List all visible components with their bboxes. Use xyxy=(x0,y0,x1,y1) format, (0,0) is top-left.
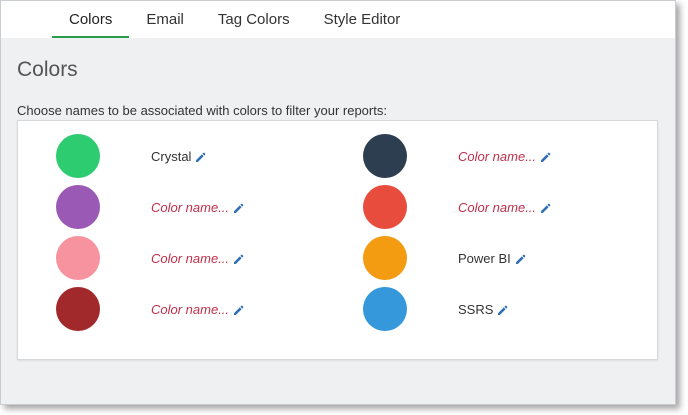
pencil-icon[interactable] xyxy=(233,202,244,213)
color-swatch[interactable] xyxy=(56,134,100,178)
pencil-icon[interactable] xyxy=(233,304,244,315)
color-swatch[interactable] xyxy=(363,287,407,331)
color-swatch[interactable] xyxy=(56,185,100,229)
tab-bar: Colors Email Tag Colors Style Editor xyxy=(1,1,675,38)
color-swatch[interactable] xyxy=(363,185,407,229)
color-name-label: Color name... xyxy=(151,250,230,266)
color-name-label: Color name... xyxy=(458,199,537,215)
color-swatch[interactable] xyxy=(363,236,407,280)
color-name-edit[interactable]: Color name... xyxy=(151,287,244,331)
color-name-label: Color name... xyxy=(151,301,230,317)
pencil-icon[interactable] xyxy=(497,304,508,315)
color-swatch[interactable] xyxy=(363,134,407,178)
color-name-label: Color name... xyxy=(151,199,230,215)
tab-email[interactable]: Email xyxy=(129,1,201,38)
settings-window: Colors Email Tag Colors Style Editor Col… xyxy=(0,0,676,405)
color-name-edit[interactable]: Crystal xyxy=(151,134,206,178)
pencil-icon[interactable] xyxy=(233,253,244,264)
instructions-text: Choose names to be associated with color… xyxy=(17,103,387,118)
color-name-edit[interactable]: SSRS xyxy=(458,287,508,331)
pencil-icon[interactable] xyxy=(540,202,551,213)
pencil-icon[interactable] xyxy=(540,151,551,162)
color-name-edit[interactable]: Color name... xyxy=(151,185,244,229)
color-name-edit[interactable]: Color name... xyxy=(151,236,244,280)
color-swatch[interactable] xyxy=(56,287,100,331)
color-name-edit[interactable]: Color name... xyxy=(458,185,551,229)
page-title: Colors xyxy=(17,58,78,81)
tab-style-editor[interactable]: Style Editor xyxy=(307,1,418,38)
color-name-label: Crystal xyxy=(151,148,192,164)
color-name-edit[interactable]: Power BI xyxy=(458,236,526,280)
color-swatch[interactable] xyxy=(56,236,100,280)
tab-tag-colors[interactable]: Tag Colors xyxy=(201,1,307,38)
color-names-panel: Crystal Color name... Color name... Colo… xyxy=(17,120,658,360)
color-name-label: Power BI xyxy=(458,250,511,266)
pencil-icon[interactable] xyxy=(515,253,526,264)
pencil-icon[interactable] xyxy=(195,151,206,162)
color-name-edit[interactable]: Color name... xyxy=(458,134,551,178)
color-name-label: SSRS xyxy=(458,301,494,317)
tab-colors[interactable]: Colors xyxy=(52,1,130,38)
color-name-label: Color name... xyxy=(458,148,537,164)
